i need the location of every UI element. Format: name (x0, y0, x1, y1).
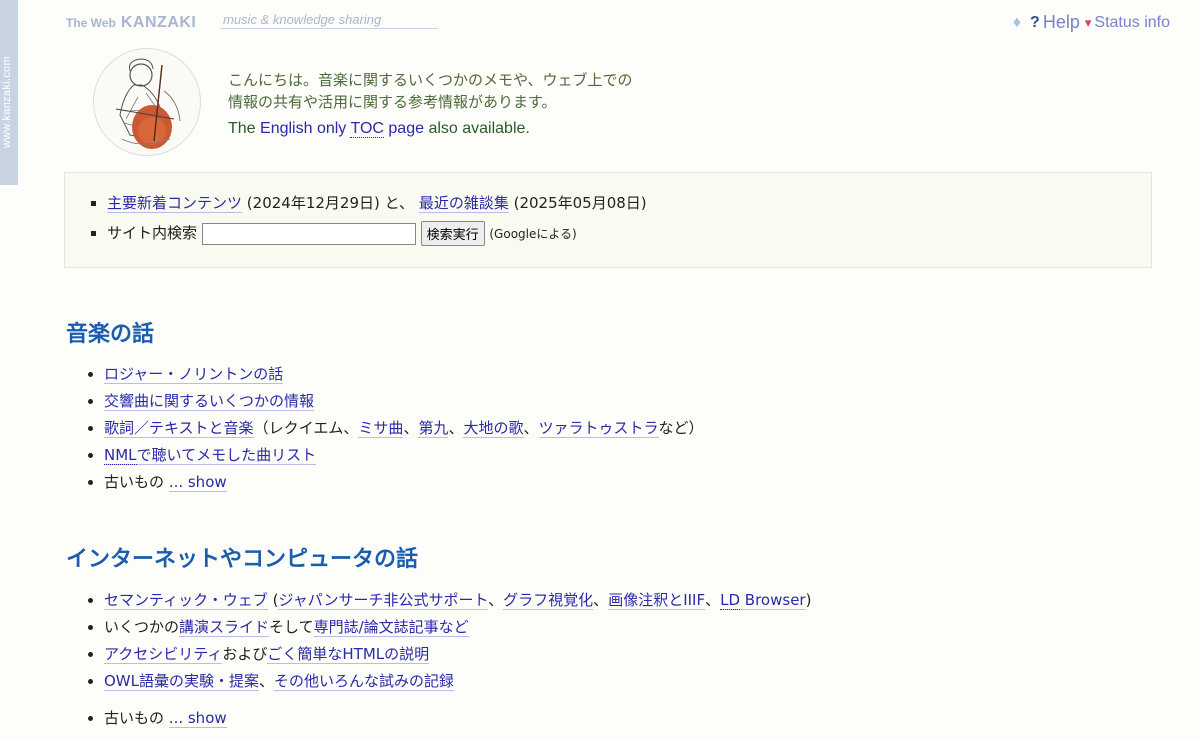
norrington-link[interactable]: ロジャー・ノリントンの話 (104, 365, 284, 384)
list-item: NMLで聴いてメモした曲リスト (104, 442, 704, 469)
articles-link[interactable]: 専門誌/論文誌記事など (313, 618, 469, 637)
logo-big-text: KANZAKI (120, 14, 197, 31)
news-box: 主要新着コンテンツ (2024年12月29日) と、 最近の雑談集 (2025年… (64, 172, 1152, 268)
text-fragment: および (222, 645, 268, 663)
music-list: ロジャー・ノリントンの話 交響曲に関するいくつかの情報 歌詞／テキストと音楽（レ… (62, 361, 704, 496)
side-tab-label: www.kanzaki.com (1, 56, 13, 148)
status-marker-icon: ▾ (1084, 14, 1092, 30)
intro-line-2: 情報の共有や活用に関する参考情報があります。 (228, 93, 557, 111)
english-toc-note: The English only TOC page also available… (228, 118, 633, 140)
accessibility-link[interactable]: アクセシビリティ (104, 645, 223, 664)
music-show-old-link[interactable]: ... show (168, 473, 227, 492)
nml-list-link[interactable]: NMLで聴いてメモした曲リスト (104, 446, 317, 465)
other-experiments-link[interactable]: その他いろんな試みの記録 (274, 672, 455, 691)
side-tab: www.kanzaki.com (0, 0, 18, 185)
text-fragment: 、 (488, 591, 504, 609)
owl-vocab-link[interactable]: OWL語彙の実験・提案 (104, 672, 259, 691)
top-nav: ♦ ? Help ▾ Status info (1013, 12, 1170, 33)
internet-heading: インターネットやコンピュータの話 (66, 547, 419, 572)
list-item: アクセシビリティおよびごく簡単なHTMLの説明 (104, 641, 811, 668)
english-only-link[interactable]: English only (260, 120, 346, 137)
diamond-icon: ♦ (1012, 13, 1022, 31)
das-lied-link[interactable]: 大地の歌 (463, 419, 524, 438)
ld-browser-text: Browser (740, 591, 806, 609)
lyrics-text-music-link[interactable]: 歌詞／テキストと音楽 (104, 419, 254, 438)
search-label: サイト内検索 (107, 224, 198, 242)
ninth-link[interactable]: 第九 (418, 419, 449, 438)
html-intro-link[interactable]: ごく簡単なHTMLの説明 (267, 645, 430, 664)
text-fragment: そして (269, 618, 314, 636)
symphony-info-link[interactable]: 交響曲に関するいくつかの情報 (104, 392, 315, 411)
text-fragment: （レクイエム、 (253, 419, 359, 437)
text-fragment: 、 (593, 591, 609, 609)
ld-abbr: LD (720, 591, 741, 610)
list-item: 古いもの ... show (104, 469, 704, 496)
japan-search-link[interactable]: ジャパンサーチ非公式サポート (278, 591, 489, 610)
text-fragment: 、 (705, 591, 721, 609)
search-input[interactable] (201, 222, 416, 245)
nml-abbr: NML (104, 446, 137, 465)
en-the: The (228, 120, 256, 137)
internet-show-old-link[interactable]: ... show (168, 709, 227, 728)
search-button[interactable]: 検索実行 (420, 221, 485, 246)
text-fragment: 、 (523, 419, 539, 437)
recent-chat-link[interactable]: 最近の雑談集 (418, 194, 509, 213)
nml-link-text: で聴いてメモした曲リスト (136, 446, 317, 464)
internet-list: セマンティック・ウェブ (ジャパンサーチ非公式サポート、グラフ視覚化、画像注釈と… (62, 587, 811, 732)
text-fragment: 、 (259, 672, 275, 690)
text-fragment: 、 (403, 419, 419, 437)
logo-small-text: The Web (66, 16, 116, 30)
news-date-2: (2025年05月08日) (513, 194, 647, 212)
intro: こんにちは。音楽に関するいくつかのメモや、ウェブ上での 情報の共有や活用に関する… (228, 69, 633, 140)
en-tail: also available. (428, 120, 530, 137)
page-link[interactable]: page (388, 120, 424, 137)
site-logo[interactable]: The Web KANZAKI (66, 12, 196, 32)
zarathustra-link[interactable]: ツァラトゥストラ (538, 419, 659, 438)
list-item: いくつかの講演スライドそして専門誌/論文誌記事など (104, 614, 811, 641)
search-item: サイト内検索 検索実行 (Googleによる) (107, 218, 1151, 249)
list-item: セマンティック・ウェブ (ジャパンサーチ非公式サポート、グラフ視覚化、画像注釈と… (104, 587, 811, 614)
text-fragment: 、 (448, 419, 464, 437)
list-item: 交響曲に関するいくつかの情報 (104, 388, 704, 415)
list-item: ロジャー・ノリントンの話 (104, 361, 704, 388)
text-fragment: いくつかの (104, 618, 180, 636)
news-date-1: (2024年12月29日) と、 (246, 194, 415, 212)
status-info-link[interactable]: Status info (1094, 14, 1170, 32)
graph-visualization-link[interactable]: グラフ視覚化 (503, 591, 594, 610)
text-fragment: など） (658, 419, 704, 437)
text-fragment: ) (805, 591, 812, 609)
avatar (93, 48, 201, 156)
help-link[interactable]: Help (1043, 12, 1080, 33)
search-note: (Googleによる) (489, 227, 577, 241)
ld-browser-link[interactable]: LD Browser (720, 591, 806, 610)
help-icon: ? (1030, 13, 1040, 31)
iiif-link[interactable]: 画像注釈とIIIF (608, 591, 706, 610)
list-item: OWL語彙の実験・提案、その他いろんな試みの記録 (104, 668, 811, 695)
news-item: 主要新着コンテンツ (2024年12月29日) と、 最近の雑談集 (2025年… (107, 188, 1151, 218)
slides-link[interactable]: 講演スライド (179, 618, 270, 637)
semantic-web-link[interactable]: セマンティック・ウェブ (104, 591, 268, 610)
list-item: 歌詞／テキストと音楽（レクイエム、ミサ曲、第九、大地の歌、ツァラトゥストラなど） (104, 415, 704, 442)
toc-link[interactable]: TOC (350, 120, 384, 138)
main-new-content-link[interactable]: 主要新着コンテンツ (107, 194, 243, 213)
old-items-label: 古いもの (104, 473, 165, 491)
text-fragment: ( (267, 591, 279, 609)
old-items-label: 古いもの (104, 709, 165, 727)
intro-line-1: こんにちは。音楽に関するいくつかのメモや、ウェブ上での (228, 71, 633, 89)
tagline: music & knowledge sharing (220, 12, 438, 29)
cellist-illustration (115, 58, 181, 149)
music-heading: 音楽の話 (66, 322, 155, 347)
missa-link[interactable]: ミサ曲 (358, 419, 404, 438)
list-item: 古いもの ... show (104, 705, 811, 732)
